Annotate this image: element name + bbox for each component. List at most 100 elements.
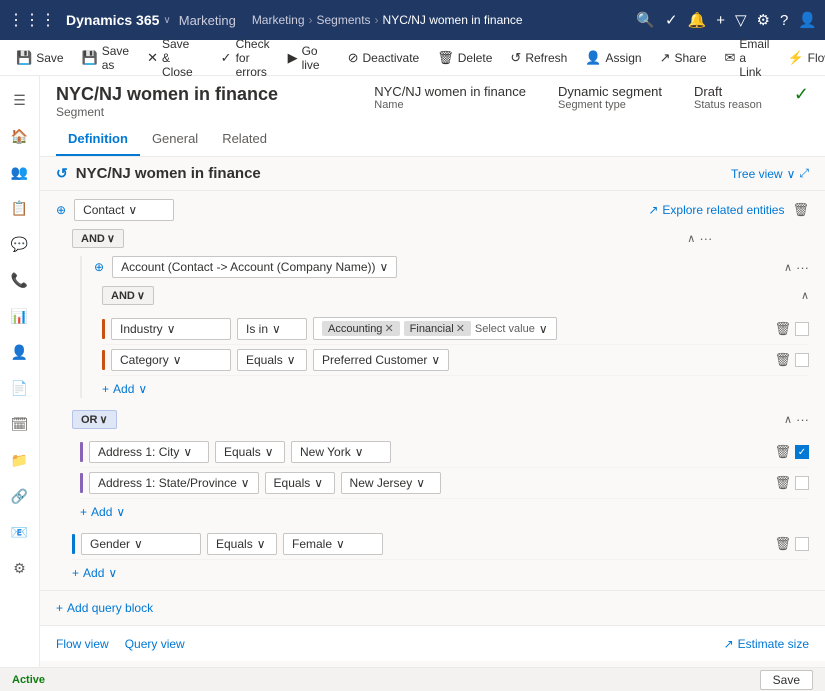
- category-field-label: Category: [120, 353, 169, 367]
- city-checkbox[interactable]: ✓: [795, 445, 809, 459]
- go-live-button[interactable]: ▶ Go live: [280, 40, 328, 76]
- and-more-icon[interactable]: ···: [699, 231, 712, 246]
- sidebar-chat-icon[interactable]: 💬: [4, 228, 36, 260]
- flow-view-button[interactable]: Flow view: [56, 637, 109, 651]
- state-operator-select[interactable]: Equals ∨: [265, 472, 335, 494]
- account-more-icon[interactable]: ···: [796, 260, 809, 275]
- gender-checkbox[interactable]: [795, 537, 809, 551]
- category-operator-select[interactable]: Equals ∨: [237, 349, 307, 371]
- tab-related[interactable]: Related: [210, 123, 279, 156]
- app-chevron-icon[interactable]: ∨: [163, 15, 170, 26]
- breadcrumb-marketing[interactable]: Marketing: [252, 13, 305, 27]
- category-field-select[interactable]: Category ∨: [111, 349, 231, 371]
- bell-icon[interactable]: 🔔: [688, 11, 707, 29]
- category-checkbox[interactable]: [795, 353, 809, 367]
- industry-tag-financial-remove[interactable]: ✕: [456, 322, 465, 335]
- tab-definition[interactable]: Definition: [56, 123, 140, 156]
- plus-icon[interactable]: +: [716, 12, 725, 29]
- and-collapse-icon[interactable]: ∧: [687, 232, 695, 245]
- state-type-bar: [80, 473, 83, 493]
- sidebar-reports-icon[interactable]: 📊: [4, 300, 36, 332]
- industry-select-value[interactable]: Select value: [475, 323, 535, 335]
- gender-field-select[interactable]: Gender ∨: [81, 533, 201, 555]
- or-operator[interactable]: OR ∨: [72, 410, 117, 429]
- deactivate-button[interactable]: ⊘ Deactivate: [340, 46, 428, 70]
- sidebar-settings-icon[interactable]: ⚙: [4, 552, 36, 584]
- city-operator-select[interactable]: Equals ∨: [215, 441, 285, 463]
- account-add-button[interactable]: + Add ∨: [102, 380, 147, 398]
- sidebar-doc-icon[interactable]: 📄: [4, 372, 36, 404]
- estimate-size-button[interactable]: ↗ Estimate size: [724, 637, 809, 651]
- save-button[interactable]: 💾 Save: [8, 46, 72, 70]
- nav-marketing[interactable]: Marketing: [179, 13, 236, 28]
- sidebar-folder-icon[interactable]: 📁: [4, 444, 36, 476]
- settings-icon[interactable]: ⚙: [757, 11, 770, 29]
- help-icon[interactable]: ?: [780, 12, 788, 29]
- sidebar-phone-icon[interactable]: 📞: [4, 264, 36, 296]
- search-icon[interactable]: 🔍: [636, 11, 655, 29]
- gender-field-chevron: ∨: [134, 537, 143, 551]
- or-add-button[interactable]: + Add ∨: [80, 503, 125, 521]
- gender-operator-select[interactable]: Equals ∨: [207, 533, 277, 555]
- category-delete-icon[interactable]: 🗑: [774, 352, 791, 368]
- query-view-button[interactable]: Query view: [125, 637, 185, 651]
- save-close-button[interactable]: ✕ Save & Close: [139, 33, 201, 83]
- assign-button[interactable]: 👤 Assign: [577, 46, 649, 70]
- account-collapse-icon[interactable]: ∧: [784, 261, 792, 274]
- view-toggle-label: Tree view: [731, 167, 783, 181]
- industry-value-chevron: ∨: [539, 322, 548, 336]
- explore-related-button[interactable]: ↗ Explore related entities: [648, 203, 784, 217]
- industry-field-select[interactable]: Industry ∨: [111, 318, 231, 340]
- filter-icon[interactable]: ▽: [735, 11, 747, 29]
- refresh-button[interactable]: ↺ Refresh: [502, 46, 575, 70]
- nested-and-collapse-icon[interactable]: ∧: [801, 289, 809, 302]
- or-more-icon[interactable]: ···: [796, 412, 809, 427]
- sidebar-link-icon[interactable]: 🔗: [4, 480, 36, 512]
- check-errors-button[interactable]: ✓ Check for errors: [213, 33, 278, 83]
- sidebar-person-icon[interactable]: 👤: [4, 336, 36, 368]
- check-icon[interactable]: ✓: [665, 11, 678, 29]
- entity-delete-icon[interactable]: 🗑: [792, 202, 809, 218]
- state-field-select[interactable]: Address 1: State/Province ∨: [89, 472, 259, 494]
- or-collapse-icon[interactable]: ∧: [784, 413, 792, 426]
- industry-checkbox[interactable]: [795, 322, 809, 336]
- state-delete-icon[interactable]: 🗑: [774, 475, 791, 491]
- industry-operator-select[interactable]: Is in ∨: [237, 318, 307, 340]
- meta-status-label: Status reason: [694, 99, 762, 111]
- sidebar-home-icon[interactable]: 🏠: [4, 120, 36, 152]
- city-delete-icon[interactable]: 🗑: [774, 444, 791, 460]
- breadcrumb-segments[interactable]: Segments: [317, 13, 371, 27]
- sidebar-menu-icon[interactable]: ☰: [4, 84, 36, 116]
- status-save-button[interactable]: Save: [760, 670, 813, 690]
- app-name: Dynamics 365: [66, 12, 159, 28]
- account-entity-select[interactable]: Account (Contact -> Account (Company Nam…: [112, 256, 397, 278]
- save-as-button[interactable]: 💾 Save as: [74, 40, 138, 76]
- tab-general[interactable]: General: [140, 123, 210, 156]
- user-icon[interactable]: 👤: [798, 11, 817, 29]
- industry-tag-accounting-remove[interactable]: ✕: [384, 322, 393, 335]
- industry-delete-icon[interactable]: 🗑: [774, 321, 791, 337]
- email-link-button[interactable]: ✉ Email a Link: [717, 33, 778, 83]
- flow-button[interactable]: ⚡ Flow: [779, 46, 825, 70]
- view-toggle[interactable]: Tree view ∨ ⤢: [731, 166, 809, 181]
- sidebar-email-icon[interactable]: 📧: [4, 516, 36, 548]
- sidebar-list-icon[interactable]: 📋: [4, 192, 36, 224]
- add-query-block-button[interactable]: + Add query block: [56, 599, 153, 617]
- sidebar-calendar-icon[interactable]: 🗓: [4, 408, 36, 440]
- city-field-select[interactable]: Address 1: City ∨: [89, 441, 209, 463]
- root-add-button[interactable]: + Add ∨: [72, 564, 117, 582]
- nested-and-operator[interactable]: AND ∨: [102, 286, 154, 305]
- sidebar-contacts-icon[interactable]: 👥: [4, 156, 36, 188]
- industry-controls: 🗑: [774, 321, 809, 337]
- and-operator[interactable]: AND ∨: [72, 229, 124, 248]
- entity-select[interactable]: Contact ∨: [74, 199, 174, 221]
- and-row-controls: ∧ ···: [687, 231, 712, 246]
- waffle-icon[interactable]: ⋮⋮⋮: [8, 10, 56, 30]
- assign-label: Assign: [606, 51, 642, 65]
- gender-delete-icon[interactable]: 🗑: [774, 536, 791, 552]
- share-button[interactable]: ↗ Share: [652, 46, 715, 70]
- city-value-label: New York: [300, 445, 351, 459]
- delete-button[interactable]: 🗑 Delete: [429, 46, 500, 70]
- state-checkbox[interactable]: [795, 476, 809, 490]
- expand-icon[interactable]: ⤢: [799, 166, 809, 181]
